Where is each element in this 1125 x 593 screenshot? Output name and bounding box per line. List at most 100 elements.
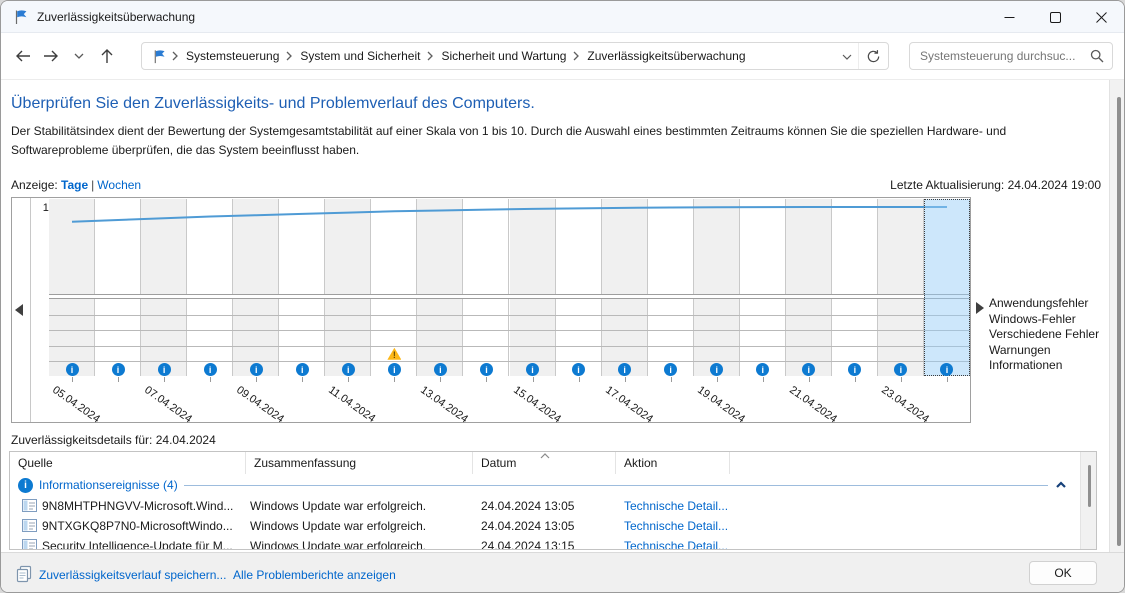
collapse-group-icon[interactable]: [1054, 479, 1068, 491]
information-event-icon[interactable]: [66, 363, 79, 376]
date-label: 21.04.2024: [787, 384, 839, 425]
up-button[interactable]: [93, 42, 121, 70]
table-row[interactable]: 9NTXGKQ8P7N0-MicrosoftWindo...Windows Up…: [10, 516, 1080, 536]
application-window-icon: [22, 519, 37, 535]
table-scrollbar-thumb[interactable]: [1088, 465, 1091, 507]
chart-gutter-divider: [30, 198, 31, 422]
page-scrollbar-thumb[interactable]: [1117, 97, 1121, 546]
address-bar[interactable]: Systemsteuerung System und Sicherheit Sich…: [141, 42, 889, 70]
date-label: 19.04.2024: [695, 384, 747, 425]
refresh-icon: [866, 49, 881, 64]
minimize-button[interactable]: [986, 1, 1032, 33]
chart-row-legend: AnwendungsfehlerWindows-FehlerVerschiede…: [989, 296, 1099, 374]
date-axis: 05.04.202407.04.202409.04.202411.04.2024…: [49, 377, 970, 423]
recent-locations-button[interactable]: [65, 42, 93, 70]
chart-scroll-left-arrow[interactable]: [15, 304, 23, 316]
chart-scroll-right-arrow[interactable]: [976, 302, 984, 314]
breadcrumb-chevron-icon: [427, 51, 434, 61]
column-header-aktion[interactable]: Aktion: [615, 452, 729, 474]
breadcrumb-item[interactable]: Systemsteuerung: [184, 49, 281, 63]
breadcrumb: Systemsteuerung System und Sicherheit Sich…: [167, 49, 842, 63]
column-header-zusammenfassung[interactable]: Zusammenfassung: [245, 452, 472, 474]
row-grid-line: [49, 361, 970, 362]
date-tick: [901, 377, 902, 382]
information-event-icon[interactable]: [342, 363, 355, 376]
information-event-icon[interactable]: [434, 363, 447, 376]
back-button[interactable]: [9, 42, 37, 70]
table-row[interactable]: Security Intelligence-Update für M...Win…: [10, 536, 1080, 550]
back-icon: [15, 49, 31, 63]
group-row-information-events[interactable]: Informationsereignisse (4): [10, 476, 1072, 494]
view-days-link[interactable]: Tage: [61, 178, 88, 192]
sort-ascending-icon: [540, 453, 550, 459]
breadcrumb-chevron-icon: [172, 51, 179, 61]
legend-row-label: Informationen: [989, 358, 1099, 374]
title-bar: Zuverlässigkeitsüberwachung: [1, 1, 1124, 33]
information-event-icon[interactable]: [388, 363, 401, 376]
date-tick: [210, 377, 211, 382]
save-history-icon: [15, 565, 33, 583]
date-label: 23.04.2024: [879, 384, 931, 425]
information-event-icon[interactable]: [526, 363, 539, 376]
address-dropdown-button[interactable]: [842, 49, 852, 63]
search-box: [909, 42, 1113, 70]
row-summary: Windows Update war erfolgreich.: [250, 539, 426, 550]
date-label: 13.04.2024: [419, 384, 471, 425]
legend-row-label: Anwendungsfehler: [989, 296, 1099, 312]
application-window-icon: [22, 539, 37, 550]
breadcrumb-item[interactable]: Sicherheit und Wartung: [439, 49, 568, 63]
breadcrumb-item[interactable]: System und Sicherheit: [298, 49, 422, 63]
technical-details-link[interactable]: Technische Detail...: [624, 539, 728, 550]
flag-icon: [13, 9, 29, 25]
date-label: 05.04.2024: [50, 384, 102, 425]
technical-details-link[interactable]: Technische Detail...: [624, 499, 728, 513]
row-grid-line: [49, 315, 970, 316]
date-tick: [717, 377, 718, 382]
show-all-problem-reports-link[interactable]: Alle Problemberichte anzeigen: [233, 568, 396, 582]
date-tick: [579, 377, 580, 382]
page-scrollbar[interactable]: [1109, 80, 1125, 552]
page-description: Der Stabilitätsindex dient der Bewertung…: [11, 122, 1101, 160]
information-event-icon[interactable]: [250, 363, 263, 376]
reliability-monitor-window: Zuverlässigkeitsüberwachung: [0, 0, 1125, 593]
window-title: Zuverlässigkeitsüberwachung: [37, 10, 195, 24]
details-table: Quelle Zusammenfassung Datum Aktion Info…: [9, 451, 1097, 550]
stability-chart[interactable]: 10 5 1 05.04.202407.04.202409.04.202411.…: [11, 197, 971, 423]
date-label: 17.04.2024: [603, 384, 655, 425]
save-reliability-history-link[interactable]: Zuverlässigkeitsverlauf speichern...: [39, 568, 226, 582]
information-event-icon[interactable]: [112, 363, 125, 376]
search-input[interactable]: [910, 49, 1090, 63]
flag-icon: [152, 49, 167, 64]
date-tick: [486, 377, 487, 382]
information-event-icon[interactable]: [158, 363, 171, 376]
table-scrollbar[interactable]: [1080, 452, 1097, 550]
search-icon[interactable]: [1090, 49, 1104, 63]
information-event-icon[interactable]: [296, 363, 309, 376]
ok-button[interactable]: OK: [1029, 561, 1097, 585]
breadcrumb-item[interactable]: Zuverlässigkeitsüberwachung: [585, 49, 747, 63]
date-tick: [947, 377, 948, 382]
information-event-icon[interactable]: [480, 363, 493, 376]
legend-row-label: Warnungen: [989, 343, 1099, 359]
row-grid-line: [49, 330, 970, 331]
table-row[interactable]: 9N8MHTPHNGVV-Microsoft.Wind...Windows Up…: [10, 496, 1080, 516]
column-header-quelle[interactable]: Quelle: [10, 452, 245, 474]
date-tick: [763, 377, 764, 382]
date-tick: [348, 377, 349, 382]
navigation-bar: Systemsteuerung System und Sicherheit Sich…: [1, 33, 1124, 80]
view-weeks-link[interactable]: Wochen: [97, 178, 141, 192]
forward-button[interactable]: [37, 42, 65, 70]
information-event-icon[interactable]: [204, 363, 217, 376]
date-tick: [118, 377, 119, 382]
maximize-button[interactable]: [1032, 1, 1078, 33]
date-tick: [533, 377, 534, 382]
technical-details-link[interactable]: Technische Detail...: [624, 519, 728, 533]
minimize-icon: [1004, 12, 1015, 23]
close-button[interactable]: [1078, 1, 1124, 33]
refresh-button[interactable]: [858, 43, 888, 69]
event-rows-plot[interactable]: [49, 298, 970, 376]
window-controls: [986, 1, 1124, 33]
selected-day-highlight[interactable]: [924, 199, 970, 376]
breadcrumb-chevron-icon: [286, 51, 293, 61]
date-label: 15.04.2024: [511, 384, 563, 425]
